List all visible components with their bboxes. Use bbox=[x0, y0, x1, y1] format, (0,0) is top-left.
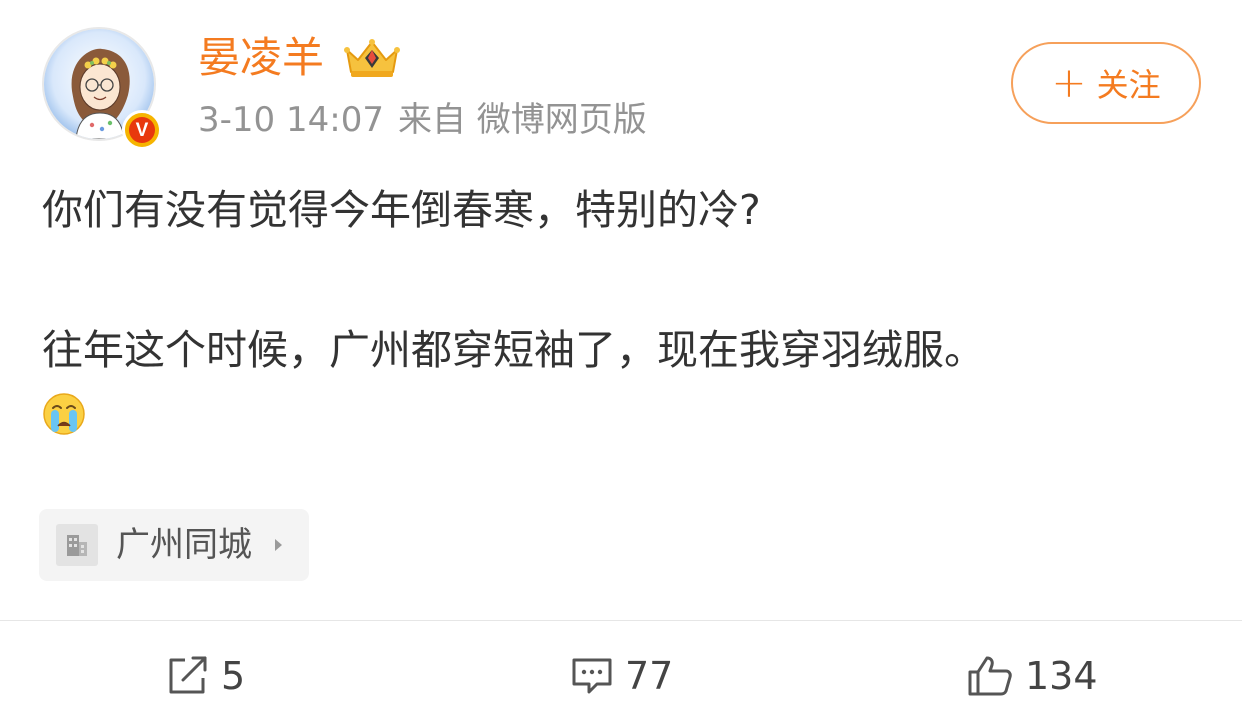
post-source[interactable]: 来自 微博网页版 bbox=[398, 100, 647, 140]
plus-icon: + bbox=[1051, 58, 1087, 107]
location-tag[interactable]: 广州同城 bbox=[39, 509, 309, 581]
author-name[interactable]: 晏凌羊 bbox=[198, 32, 324, 84]
comment-button[interactable]: 77 bbox=[571, 648, 673, 704]
repost-button[interactable]: 5 bbox=[167, 648, 245, 704]
repost-icon bbox=[169, 656, 207, 694]
chevron-right-icon bbox=[275, 539, 282, 551]
crown-icon[interactable] bbox=[343, 36, 401, 80]
comment-icon bbox=[572, 658, 612, 694]
divider bbox=[0, 620, 1242, 621]
like-button[interactable]: 134 bbox=[967, 648, 1098, 704]
verified-badge: V bbox=[122, 110, 162, 150]
post-text-line-1: 你们有没有觉得今年倒春寒，特别的冷? bbox=[42, 186, 761, 234]
post-time: 3-10 14:07 bbox=[198, 100, 384, 140]
crying-face-icon bbox=[43, 393, 85, 435]
follow-button[interactable]: + 关注 bbox=[1011, 42, 1201, 124]
repost-count: 5 bbox=[221, 654, 246, 698]
like-count: 134 bbox=[1025, 654, 1098, 698]
comment-count: 77 bbox=[625, 654, 674, 698]
follow-button-label: 关注 bbox=[1096, 66, 1161, 104]
verified-badge-label: V bbox=[129, 117, 155, 143]
thumbs-up-icon bbox=[968, 656, 1012, 696]
post-meta: 3-10 14:07 来自 微博网页版 bbox=[198, 98, 647, 142]
location-label: 广州同城 bbox=[116, 525, 252, 565]
building-icon bbox=[56, 524, 98, 566]
post-text-line-2: 往年这个时候，广州都穿短袖了，现在我穿羽绒服。 bbox=[42, 326, 985, 374]
